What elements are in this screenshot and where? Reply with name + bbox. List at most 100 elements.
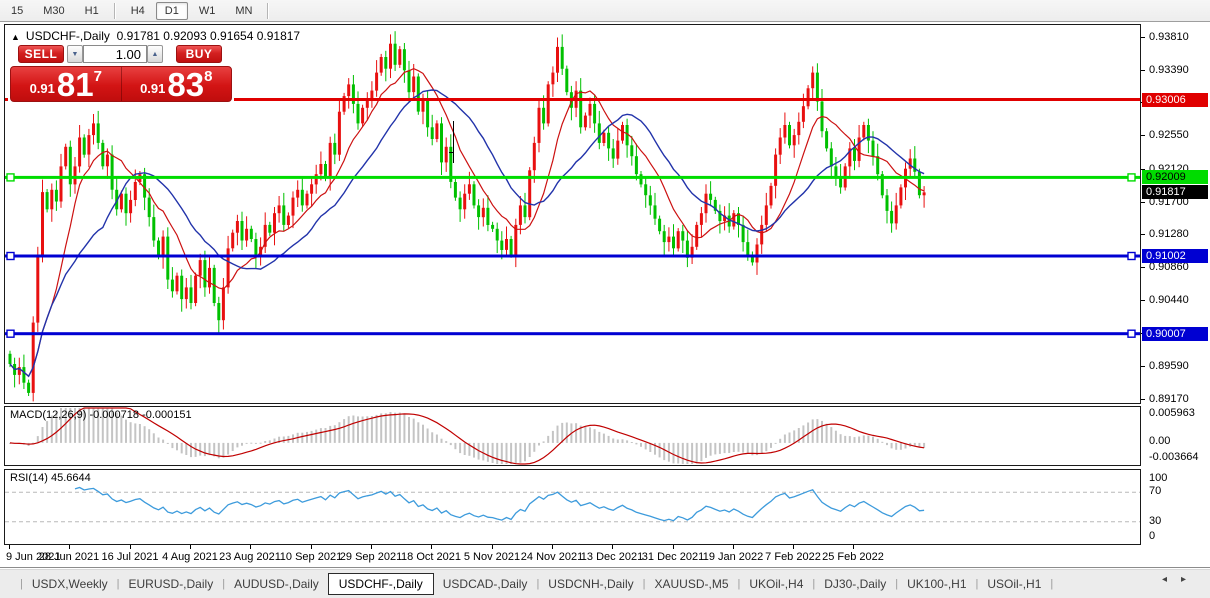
macd-axis-label: 0.005963 — [1149, 407, 1195, 419]
date-axis-tick — [431, 545, 432, 549]
tab-scroll-arrows: ◂▸ — [1162, 574, 1200, 585]
price-axis-tick — [1141, 70, 1145, 71]
tab-scroll-left-icon[interactable]: ◂ — [1162, 574, 1181, 585]
date-axis-label: 24 Nov 2021 — [521, 551, 583, 563]
timeframe-button-w1[interactable]: W1 — [190, 2, 225, 20]
date-axis-label: 28 Jun 2021 — [39, 551, 100, 563]
trading-terminal-window: 15M30H1H4D1W1MN ▲USDCHF-,Daily 0.91781 0… — [0, 0, 1210, 598]
date-axis[interactable]: 9 Jun 202128 Jun 202116 Jul 20214 Aug 20… — [4, 545, 1141, 567]
price-axis-tick — [1141, 267, 1145, 268]
current-price-tag: 0.91817 — [1142, 185, 1208, 199]
chart-ohlc-values: 0.91781 0.92093 0.91654 0.91817 — [117, 29, 301, 43]
timeframe-button-m30[interactable]: M30 — [34, 2, 73, 20]
date-axis-tick — [793, 545, 794, 549]
collapse-chart-icon[interactable]: ▲ — [11, 32, 20, 42]
date-axis-tick — [69, 545, 70, 549]
date-axis-label: 7 Feb 2022 — [765, 551, 821, 563]
date-axis-label: 29 Sep 2021 — [340, 551, 402, 563]
price-axis-label: 0.89590 — [1149, 360, 1189, 372]
chart-tab-usdcad-[interactable]: USDCAD-,Daily — [434, 574, 537, 594]
chart-tab-usdchf-[interactable]: USDCHF-,Daily — [328, 573, 434, 595]
chart-tab-usdcnh-[interactable]: USDCNH-,Daily — [539, 574, 642, 594]
pivot-line-092009[interactable] — [5, 176, 1140, 179]
buy-price-pipette: 8 — [204, 68, 212, 85]
price-axis-label: 0.91280 — [1149, 228, 1189, 240]
sell-price-display[interactable]: 0.91 81 7 — [11, 67, 121, 101]
timeframe-button-h4[interactable]: H4 — [122, 2, 154, 20]
level-price-tag: 0.93006 — [1142, 93, 1208, 107]
date-axis-tick — [552, 545, 553, 549]
chart-tab-dj30-[interactable]: DJ30-,Daily — [815, 574, 895, 594]
rsi-chart — [5, 470, 1140, 544]
price-axis-tick — [1141, 202, 1145, 203]
level-price-tag: 0.90007 — [1142, 327, 1208, 341]
timeframe-toolbar: 15M30H1 H4D1W1MN — [0, 0, 1210, 22]
chart-tab-xauusd-[interactable]: XAUUSD-,M5 — [646, 574, 738, 594]
price-axis-tick — [1141, 37, 1145, 38]
chart-tab-uk100-[interactable]: UK100-,H1 — [898, 574, 975, 594]
price-axis-tick — [1141, 399, 1145, 400]
date-axis-label: 19 Jan 2022 — [703, 551, 764, 563]
date-axis-label: 13 Dec 2021 — [581, 551, 643, 563]
buy-button[interactable]: BUY — [176, 45, 222, 63]
level-price-tag: 0.91002 — [1142, 249, 1208, 263]
chart-title-row: ▲ USDCHF-,Daily 0.91781 0.92093 0.91654 0… — [11, 29, 300, 43]
rsi-indicator-pane[interactable]: RSI(14) 45.6644 — [4, 469, 1141, 545]
date-axis-tick — [190, 545, 191, 549]
timeframe-button-h1[interactable]: H1 — [76, 2, 108, 20]
price-axis-label: 0.93390 — [1149, 64, 1189, 76]
date-axis-tick — [492, 545, 493, 549]
price-axis-label: 0.89170 — [1149, 393, 1189, 405]
price-axis[interactable]: 0.938100.933900.929700.925500.921200.917… — [1141, 24, 1210, 545]
chart-tab-ukoil-[interactable]: UKOil-,H4 — [740, 574, 812, 594]
date-axis-label: 23 Aug 2021 — [219, 551, 281, 563]
macd-indicator-pane[interactable]: MACD(12,26,9) -0.000718 -0.000151 — [4, 406, 1141, 466]
timeframe-button-mn[interactable]: MN — [226, 2, 261, 20]
timeframe-button-d1[interactable]: D1 — [156, 2, 188, 20]
support-line-090007[interactable] — [5, 332, 1140, 335]
date-axis-label: 4 Aug 2021 — [162, 551, 218, 563]
support-line-091002[interactable] — [5, 255, 1140, 258]
price-axis-label: 0.92550 — [1149, 129, 1189, 141]
date-axis-tick — [371, 545, 372, 549]
volume-decrease-button[interactable]: ▼ — [67, 45, 83, 63]
main-chart-pane[interactable]: ▲ USDCHF-,Daily 0.91781 0.92093 0.91654 0… — [4, 24, 1141, 404]
date-axis-tick — [673, 545, 674, 549]
timeframe-button-15[interactable]: 15 — [2, 2, 32, 20]
buy-price-prefix: 0.91 — [140, 81, 165, 96]
buy-price-display[interactable]: 0.91 83 8 — [121, 67, 232, 101]
tab-scroll-right-icon[interactable]: ▸ — [1181, 574, 1200, 585]
date-axis-label: 31 Dec 2021 — [642, 551, 704, 563]
chart-tab-usoil-[interactable]: USOil-,H1 — [978, 574, 1050, 594]
price-axis-tick — [1141, 366, 1145, 367]
sell-price-big-digits: 81 — [57, 72, 94, 98]
sell-price-pipette: 7 — [94, 68, 102, 85]
one-click-trading-panel: SELL ▼ ▲ BUY 0.91 81 7 0.91 83 8 — [8, 43, 234, 107]
chart-tab-usdx[interactable]: USDX,Weekly — [23, 574, 117, 594]
sell-button[interactable]: SELL — [18, 45, 64, 63]
buy-price-big-digits: 83 — [167, 72, 204, 98]
chart-tab-bar: |USDX,Weekly|EURUSD-,Daily|AUDUSD-,Daily… — [0, 569, 1210, 598]
chart-tab-eurusd-[interactable]: EURUSD-,Daily — [120, 574, 223, 594]
toolbar-separator — [114, 3, 116, 19]
date-axis-label: 18 Oct 2021 — [401, 551, 461, 563]
rsi-axis-label: 100 — [1149, 472, 1167, 484]
date-axis-tick — [250, 545, 251, 549]
chart-symbol-period: USDCHF-,Daily — [26, 29, 110, 43]
chart-tab-audusd-[interactable]: AUDUSD-,Daily — [225, 574, 328, 594]
toolbar-separator — [267, 3, 269, 19]
bid-ask-display: 0.91 81 7 0.91 83 8 — [10, 66, 232, 102]
level-price-tag: 0.92009 — [1142, 170, 1208, 184]
trade-controls-row: SELL ▼ ▲ BUY — [8, 45, 234, 64]
date-axis-tick — [311, 545, 312, 549]
rsi-indicator-label: RSI(14) 45.6644 — [10, 472, 91, 484]
volume-input[interactable] — [83, 45, 147, 63]
date-axis-tick — [853, 545, 854, 549]
volume-increase-button[interactable]: ▲ — [147, 45, 163, 63]
date-axis-tick — [9, 545, 10, 549]
date-axis-label: 16 Jul 2021 — [102, 551, 159, 563]
date-axis-tick — [130, 545, 131, 549]
sell-price-prefix: 0.91 — [30, 81, 55, 96]
rsi-axis-label: 70 — [1149, 485, 1161, 497]
date-axis-tick — [733, 545, 734, 549]
